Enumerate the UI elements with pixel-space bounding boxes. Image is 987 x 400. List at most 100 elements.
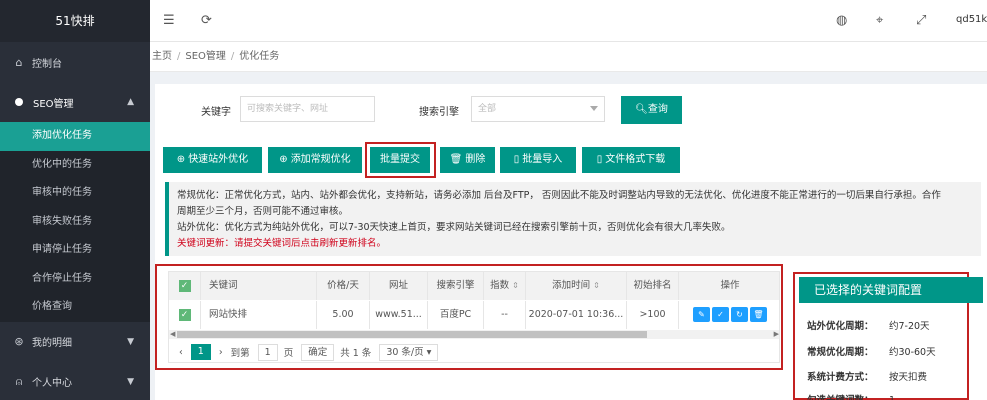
row-select-cell[interactable]: ✓ [169, 301, 201, 329]
scroll-left-icon[interactable]: ◀ [170, 330, 175, 339]
search-button[interactable]: 🔍︎查询 [621, 96, 682, 124]
column-header-label: 指数 [490, 280, 510, 291]
file-icon: ▯ [513, 154, 520, 165]
refresh-icon[interactable]: ↻ [731, 307, 748, 322]
sidebar-item-price-query[interactable]: 价格查询 [0, 293, 150, 322]
rank-cell: >100 [627, 301, 679, 329]
config-title: 已选择的关键词配置 [799, 277, 983, 303]
sort-icon[interactable]: ⇕ [593, 281, 600, 290]
notice-line: 周期至少三个月，否则可能不通过审核。 [177, 206, 349, 217]
sidebar-item-seo[interactable]: SEO管理 ▲ [0, 82, 150, 122]
checkbox-checked-icon[interactable]: ✓ [178, 279, 191, 292]
trash-icon[interactable]: 🗑︎ [750, 307, 767, 322]
notice-warning: 关键词更新：请提交关键词后点击刷新更新排名。 [177, 238, 387, 249]
batch-submit-highlight [365, 142, 436, 178]
notice-line: 站外优化：优化方式为纯站外优化，可以7-30天快速上首页，要求网站关键词已经在搜… [177, 222, 731, 233]
fullscreen-icon[interactable]: ⤢ [916, 13, 926, 28]
goto-confirm-button[interactable]: 确定 [301, 343, 335, 361]
refresh-icon[interactable]: ⟳ [201, 13, 212, 28]
main-panel: 关键字 可搜索关键字、网址 搜索引擎 全部 🔍︎查询 ⊕ 快速站外优化 ⊕ 添加常规… [155, 84, 987, 400]
chevron-down-icon: ▼ [127, 376, 134, 387]
engine-label: 搜索引擎 [419, 107, 459, 118]
delete-button[interactable]: 🗑︎ 删除 [440, 147, 495, 173]
select-all-cell[interactable]: ✓ [169, 272, 201, 300]
engine-select[interactable]: 全部 [471, 96, 605, 122]
table-row: ✓ 网站快排 5.00 www.51... 百度PC -- 2020-07-01… [169, 301, 779, 329]
keyword-config-panel: 已选择的关键词配置 站外优化周期： 约7-20天 常规优化周期： 约30-60天 系… [793, 272, 983, 400]
coin-icon: ⊛ [14, 335, 24, 348]
menu-toggle-icon[interactable]: ☰ [163, 13, 175, 28]
engine-cell: 百度PC [428, 301, 484, 329]
sidebar-item-optimizing[interactable]: 优化中的任务 [0, 151, 150, 180]
chevron-up-icon: ▲ [127, 97, 134, 107]
search-button-label: 查询 [647, 104, 668, 115]
price-cell: 5.00 [317, 301, 370, 329]
sidebar-item-dashboard[interactable]: ⌂ 控制台 [0, 42, 150, 82]
checkbox-checked-icon[interactable]: ✓ [178, 308, 191, 321]
goto-page-input[interactable]: 1 [257, 343, 278, 361]
check-icon[interactable]: ✓ [712, 307, 729, 322]
quick-outside-button[interactable]: ⊕ 快速站外优化 [163, 147, 262, 173]
batch-import-button[interactable]: ▯ 批量导入 [500, 147, 576, 173]
config-value: 约7-20天 [889, 321, 930, 332]
palette-icon[interactable]: ◍ [836, 13, 847, 28]
current-page[interactable]: 1 [190, 344, 211, 360]
column-header-sortable[interactable]: 添加时间 ⇕ [526, 272, 627, 300]
config-value: 按天扣费 [889, 372, 928, 383]
breadcrumb: 主页 / SEO管理 / 优化任务 [150, 42, 987, 72]
tag-icon[interactable]: ⌖ [876, 13, 883, 28]
column-header: 价格/天 [317, 272, 370, 300]
scrollbar-thumb[interactable] [177, 331, 647, 338]
sidebar-item-personal[interactable]: ⍝ 个人中心 ▼ [0, 362, 150, 400]
sidebar-item-details[interactable]: ⊛ 我的明细 ▼ [0, 322, 150, 362]
next-page-icon[interactable]: › [219, 347, 223, 358]
prev-page-icon[interactable]: ‹ [179, 347, 183, 358]
column-header-sortable[interactable]: 指数 ⇕ [484, 272, 526, 300]
config-key: 勾选关键词数： [807, 392, 889, 400]
total-count: 共 1 条 [340, 348, 372, 359]
sidebar-item-stop-request[interactable]: 申请停止任务 [0, 236, 150, 265]
plus-circle-icon: ⊕ [279, 154, 288, 165]
config-value: 约30-60天 [889, 347, 936, 358]
pagination: ‹ 1 › 到第 1 页 确定 共 1 条 30 条/页 ▾ [169, 340, 779, 362]
url-cell[interactable]: www.51... [370, 301, 428, 329]
config-key: 常规优化周期： [807, 347, 874, 358]
add-regular-button[interactable]: ⊕ 添加常规优化 [268, 147, 362, 173]
sidebar-item-label: SEO管理 [33, 98, 74, 110]
actions-cell: ✎ ✓ ↻ 🗑︎ [679, 301, 779, 329]
config-value: 1 [889, 395, 895, 400]
keyword-input[interactable]: 可搜索关键字、网址 [240, 96, 375, 122]
edit-icon[interactable]: ✎ [693, 307, 710, 322]
user-name[interactable]: qd51kp [956, 14, 987, 25]
sidebar-item-review-failed[interactable]: 审核失败任务 [0, 208, 150, 237]
sort-icon[interactable]: ⇕ [512, 281, 519, 290]
breadcrumb-home[interactable]: 主页 [152, 51, 172, 62]
format-download-button[interactable]: ▯ 文件格式下载 [582, 147, 680, 173]
sidebar-item-stopped[interactable]: 合作停止任务 [0, 265, 150, 294]
search-icon: 🔍︎ [635, 104, 648, 115]
horizontal-scrollbar[interactable]: ◀ ▶ [169, 330, 779, 339]
sidebar-item-add-task[interactable]: 添加优化任务 [0, 122, 150, 151]
brand-logo: 51快排 [0, 0, 150, 42]
page-size-select[interactable]: 30 条/页 ▾ [379, 343, 439, 361]
scroll-right-icon[interactable]: ▶ [774, 330, 779, 339]
sidebar-item-reviewing[interactable]: 审核中的任务 [0, 179, 150, 208]
bullet-icon [15, 98, 23, 106]
config-row: 常规优化周期： 约30-60天 [807, 344, 936, 358]
page-unit-label: 页 [283, 348, 294, 359]
engine-select-value: 全部 [478, 104, 497, 114]
column-header: 搜索引擎 [428, 272, 484, 300]
plus-circle-icon: ⊕ [176, 154, 186, 165]
keyword-label: 关键字 [201, 107, 231, 118]
breadcrumb-seo[interactable]: SEO管理 [185, 51, 226, 62]
page-size-value: 30 条/页 [386, 346, 424, 358]
config-row: 系统计费方式： 按天扣费 [807, 369, 927, 383]
config-row: 站外优化周期： 约7-20天 [807, 318, 930, 332]
chevron-down-icon: ▼ [127, 336, 134, 347]
sidebar-item-label: 控制台 [32, 58, 62, 70]
dropdown-arrow-icon [590, 106, 598, 111]
column-header: 网址 [370, 272, 428, 300]
sidebar-item-label: 个人中心 [32, 378, 72, 389]
config-key: 系统计费方式： [807, 372, 874, 383]
delete-label: 删除 [465, 154, 486, 165]
